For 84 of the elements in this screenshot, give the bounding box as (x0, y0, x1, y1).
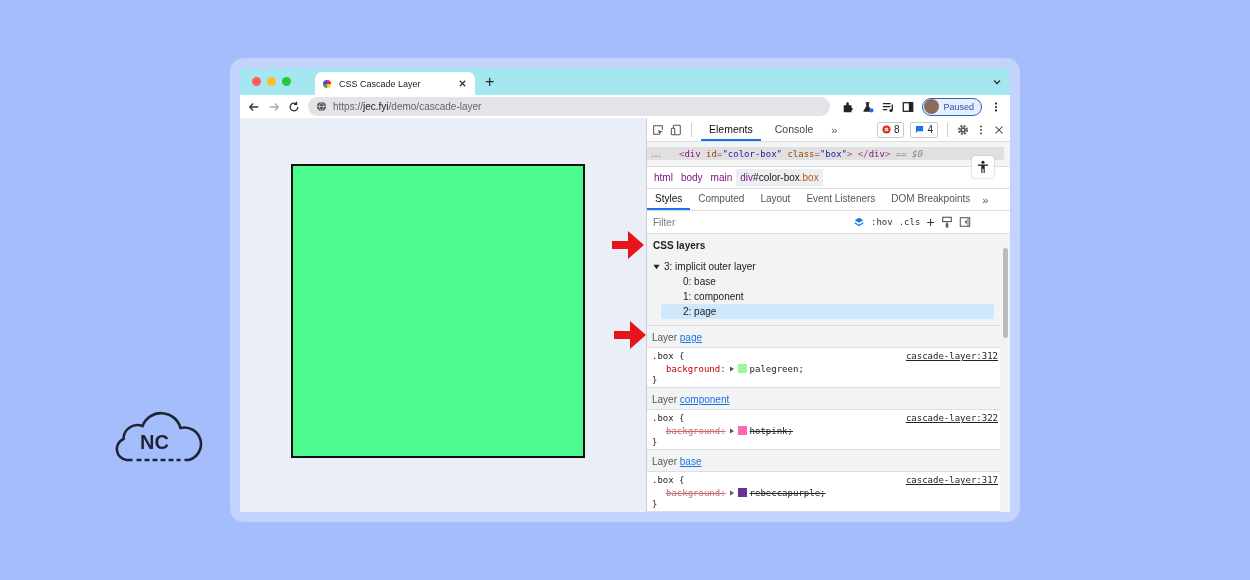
accessibility-button[interactable] (972, 156, 994, 178)
styles-pane-tab[interactable]: Event Listeners (798, 189, 884, 210)
zoom-window-dot[interactable] (282, 77, 291, 86)
device-toolbar-icon[interactable] (670, 123, 682, 136)
message-icon (915, 125, 925, 134)
minimize-window-dot[interactable] (267, 77, 276, 86)
profile-button[interactable]: Paused (922, 97, 982, 116)
paint-roller-icon[interactable] (940, 216, 953, 228)
new-tab-button[interactable]: + (475, 72, 505, 95)
flask-icon[interactable] (862, 100, 875, 113)
error-icon (881, 125, 891, 134)
layer-tree-item[interactable]: 0: base (661, 274, 994, 289)
css-value: rebeccapurple; (749, 487, 826, 498)
expand-triangle-icon[interactable] (728, 427, 735, 434)
breadcrumb[interactable]: main (706, 169, 737, 186)
closing-brace: } (652, 437, 659, 447)
layer-label: Layer (652, 332, 677, 343)
color-swatch[interactable] (737, 488, 747, 497)
source-link[interactable]: cascade-layer:317 (905, 475, 998, 485)
ellipsis-text: … (651, 148, 661, 159)
breadcrumb[interactable]: body (676, 169, 707, 186)
styles-pane-tab[interactable]: DOM Breakpoints (883, 189, 979, 210)
class-toggle-button[interactable]: .cls (898, 217, 921, 227)
closing-brace: } (652, 375, 659, 385)
side-panel-icon[interactable] (902, 100, 915, 113)
layer-link[interactable]: base (679, 456, 702, 467)
settings-icon[interactable] (957, 123, 969, 136)
html-code-line: <div id="color-box" class="box"> </div> == $0 (679, 148, 923, 159)
message-count-badge[interactable]: 4 (910, 121, 938, 138)
layer-label: Layer (652, 394, 677, 405)
back-arrow-icon[interactable] (248, 100, 260, 113)
css-property: background: (666, 425, 726, 436)
inspect-element-icon[interactable] (652, 123, 664, 136)
breadcrumb[interactable]: div#color-box.box (736, 169, 823, 186)
devtools-tab[interactable]: Console (766, 118, 822, 141)
section-heading: CSS layers (653, 240, 707, 251)
layers-icon[interactable] (853, 216, 865, 228)
css-value: palegreen; (749, 363, 804, 374)
css-selector: .box { (652, 475, 685, 485)
css-selector: .box { (652, 351, 685, 361)
address-bar[interactable]: https://jec.fyi/demo/cascade-layer (308, 97, 831, 116)
layer-tree-item[interactable]: 1: component (661, 289, 994, 304)
scrollbar[interactable] (1003, 248, 1008, 338)
styles-pane-tab[interactable]: Styles (647, 189, 691, 210)
reload-icon[interactable] (288, 100, 300, 113)
person-icon (977, 160, 989, 174)
breadcrumb[interactable]: html (650, 169, 677, 186)
expanded-triangle-icon[interactable] (653, 263, 660, 270)
css-value: hotpink; (749, 425, 793, 436)
close-window-dot[interactable] (252, 77, 261, 86)
closing-brace: } (652, 499, 659, 509)
error-count-badge[interactable]: 8 (876, 121, 905, 138)
styles-pane-tab[interactable]: Layout (752, 189, 799, 210)
layer-link[interactable]: page (679, 332, 703, 343)
css-property: background: (666, 363, 726, 374)
layer-label: Layer (652, 456, 677, 467)
more-tabs-button[interactable]: » (978, 189, 993, 210)
avatar-icon (924, 99, 940, 114)
globe-icon (316, 101, 327, 112)
playlist-icon[interactable] (882, 100, 895, 113)
css-selector: .box { (652, 413, 685, 423)
close-icon[interactable] (458, 79, 467, 88)
source-link[interactable]: cascade-layer:312 (905, 351, 998, 361)
dom-node-row[interactable]: … <div id="color-box" class="box"> </div> == $0 (647, 147, 1004, 160)
puzzle-icon[interactable] (842, 100, 855, 113)
source-link[interactable]: cascade-layer:322 (905, 413, 998, 423)
expand-triangle-icon[interactable] (728, 489, 735, 496)
layer-tree-item[interactable]: 3: implicit outer layer (652, 259, 994, 274)
color-swatch[interactable] (737, 364, 747, 373)
layer-tree-item[interactable]: 2: page (661, 304, 994, 319)
url-text: https://jec.fyi/demo/cascade-layer (333, 101, 482, 112)
styles-pane-tab[interactable]: Computed (690, 189, 753, 210)
favicon-icon (323, 79, 331, 88)
logo-text: NC (140, 432, 169, 452)
more-tabs-button[interactable]: » (827, 123, 842, 136)
browser-tab[interactable]: CSS Cascade Layer (315, 72, 475, 95)
new-rule-button[interactable]: + (926, 216, 935, 228)
hover-state-button[interactable]: :hov (871, 217, 893, 227)
expand-triangle-icon[interactable] (728, 365, 735, 372)
css-property: background: (666, 487, 726, 498)
color-swatch[interactable] (737, 426, 747, 435)
layer-link[interactable]: component (679, 394, 730, 405)
sidebar-toggle-icon[interactable] (958, 216, 971, 228)
chevron-down-icon[interactable] (992, 77, 1002, 87)
